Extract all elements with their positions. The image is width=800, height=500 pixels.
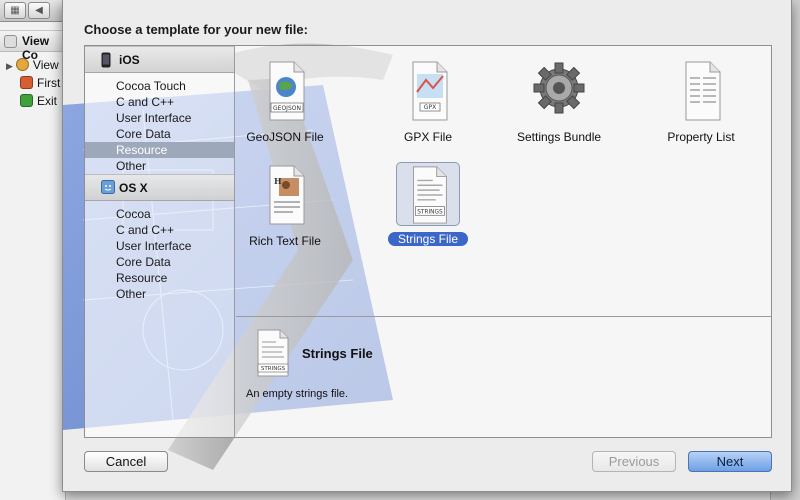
- exit-icon: [20, 94, 33, 107]
- svg-text:GEOJSON: GEOJSON: [273, 105, 301, 112]
- platform-header-ios[interactable]: iOS: [85, 46, 234, 73]
- outline-row-view[interactable]: ▶ View: [0, 56, 66, 74]
- mac-icon: [101, 180, 115, 194]
- scene-icon: [4, 35, 17, 48]
- sheet-title: Choose a template for your new file:: [84, 22, 308, 37]
- platform-header-osx[interactable]: OS X: [85, 174, 234, 201]
- category-list: iOS Cocoa Touch C and C++ User Interface…: [85, 46, 235, 437]
- cancel-button[interactable]: Cancel: [84, 451, 168, 472]
- first-responder-icon: [20, 76, 33, 89]
- iphone-icon: [101, 52, 111, 68]
- template-detail-pane: STRINGS Strings File An empty strings fi…: [236, 318, 771, 437]
- disclosure-triangle-icon[interactable]: ▶: [6, 61, 13, 71]
- template-label: Settings Bundle: [516, 130, 602, 144]
- category-osx-resource[interactable]: Resource: [85, 270, 234, 286]
- template-geojson-file[interactable]: GEOJSON GeoJSON File: [230, 56, 340, 144]
- background-outline: View Co ▶ View First Exit: [0, 22, 66, 500]
- rich-text-file-icon: H: [269, 165, 305, 225]
- view-controller-icon: [15, 58, 29, 71]
- category-osx-other[interactable]: Other: [85, 286, 234, 302]
- svg-text:STRINGS: STRINGS: [417, 209, 443, 215]
- template-rich-text-file[interactable]: H Rich Text File: [230, 160, 340, 248]
- grid-icon[interactable]: ▦: [4, 2, 26, 19]
- back-arrow-icon[interactable]: ◀: [28, 2, 50, 19]
- template-settings-bundle[interactable]: Settings Bundle: [504, 56, 614, 144]
- category-osx-c-and-cpp[interactable]: C and C++: [85, 222, 234, 238]
- category-osx-user-interface[interactable]: User Interface: [85, 238, 234, 254]
- svg-text:GPX: GPX: [424, 104, 436, 111]
- detail-title: Strings File: [302, 346, 373, 361]
- template-chooser-sheet: Choose a template for your new file: iOS…: [62, 0, 792, 492]
- category-ios-c-and-cpp[interactable]: C and C++: [85, 94, 234, 110]
- template-property-list[interactable]: Property List: [646, 56, 756, 144]
- template-grid: GEOJSON GeoJSON File GPX GPX File Settin…: [236, 46, 771, 317]
- outline-row-first-responder[interactable]: First: [0, 74, 66, 92]
- strings-file-icon: STRINGS: [257, 329, 289, 377]
- template-label: GPX File: [403, 130, 452, 144]
- category-osx-core-data[interactable]: Core Data: [85, 254, 234, 270]
- category-ios-core-data[interactable]: Core Data: [85, 126, 234, 142]
- category-ios-resource[interactable]: Resource: [85, 142, 234, 158]
- category-osx-cocoa[interactable]: Cocoa: [85, 206, 234, 222]
- template-chooser: iOS Cocoa Touch C and C++ User Interface…: [84, 45, 772, 438]
- previous-button[interactable]: Previous: [592, 451, 676, 472]
- geojson-file-icon: GEOJSON: [269, 61, 305, 121]
- gear-icon: [533, 62, 585, 114]
- template-label: Rich Text File: [249, 234, 321, 248]
- detail-description: An empty strings file.: [246, 388, 349, 400]
- property-list-icon: [685, 61, 721, 121]
- svg-text:H: H: [274, 176, 282, 186]
- template-gpx-file[interactable]: GPX GPX File: [373, 56, 483, 144]
- template-strings-file[interactable]: STRINGS Strings File: [373, 160, 483, 246]
- next-button[interactable]: Next: [688, 451, 772, 472]
- strings-file-icon: STRINGS: [396, 162, 460, 226]
- category-ios-user-interface[interactable]: User Interface: [85, 110, 234, 126]
- template-label: GeoJSON File: [246, 130, 324, 144]
- category-ios-cocoa-touch[interactable]: Cocoa Touch: [85, 78, 234, 94]
- outline-row-exit[interactable]: Exit: [0, 92, 66, 110]
- gpx-file-icon: GPX: [412, 61, 448, 121]
- template-label: Property List: [667, 130, 735, 144]
- template-label: Strings File: [388, 232, 468, 246]
- category-ios-other[interactable]: Other: [85, 158, 234, 174]
- outline-header[interactable]: View Co: [0, 30, 66, 62]
- svg-text:STRINGS: STRINGS: [261, 366, 286, 372]
